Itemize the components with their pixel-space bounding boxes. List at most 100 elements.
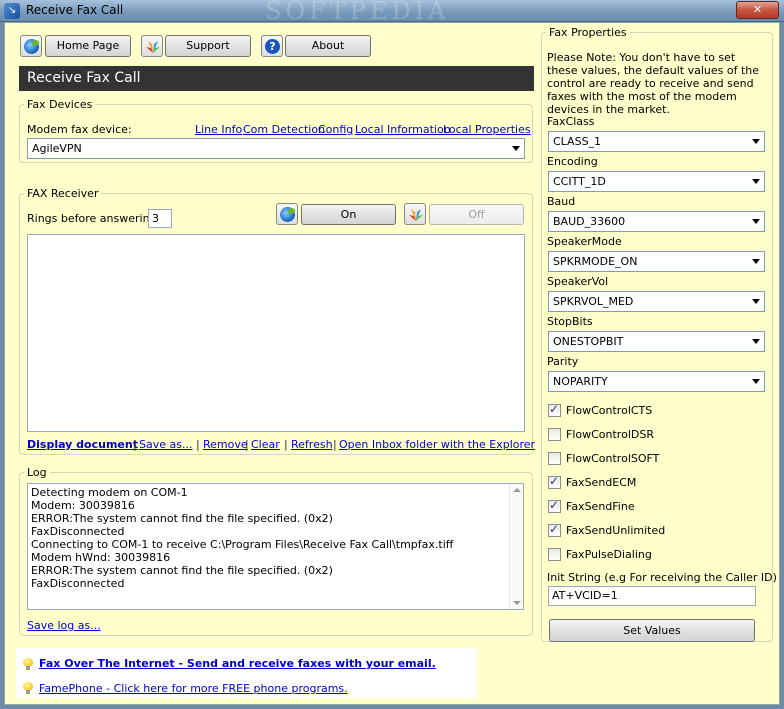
parity-select[interactable]: NOPARITY — [548, 371, 765, 392]
chevron-down-icon — [752, 379, 760, 384]
fax-receiver-legend: FAX Receiver — [27, 187, 99, 200]
modem-fax-device-label: Modem fax device: — [27, 123, 132, 136]
fax-over-internet-link[interactable]: Fax Over The Internet - Send and receive… — [39, 657, 436, 670]
set-values-button[interactable]: Set Values — [549, 619, 755, 642]
remove-link[interactable]: Remove — [203, 438, 248, 451]
encoding-label: Encoding — [547, 155, 598, 168]
support-icon-button[interactable] — [141, 35, 163, 57]
log-line: ERROR:The system cannot find the file sp… — [31, 564, 333, 577]
on-icon-button[interactable] — [276, 203, 298, 225]
baud-select[interactable]: BAUD_33600 — [548, 211, 765, 232]
modem-device-select[interactable]: AgileVPN — [27, 138, 525, 159]
local-information-link[interactable]: Local Information — [355, 123, 451, 136]
speakermode-value: SPKRMODE_ON — [553, 255, 638, 268]
off-icon-button[interactable] — [404, 203, 426, 225]
off-button[interactable]: Off — [429, 204, 524, 225]
close-button[interactable]: ✕ — [736, 1, 779, 19]
encoding-value: CCITT_1D — [553, 175, 606, 188]
faxclass-value: CLASS_1 — [553, 135, 602, 148]
famephone-link[interactable]: FamePhone - Click here for more FREE pho… — [39, 682, 348, 695]
line-info-link[interactable]: Line Info — [195, 123, 242, 136]
save-as-link[interactable]: Save as... — [139, 438, 192, 451]
com-detection-link[interactable]: Com Detection — [243, 123, 325, 136]
checkbox-box[interactable]: ✓ — [548, 474, 561, 489]
speakermode-select[interactable]: SPKRMODE_ON — [548, 251, 765, 272]
log-scrollbar[interactable] — [509, 484, 523, 609]
checkbox-box[interactable] — [548, 452, 561, 465]
home-icon-button[interactable] — [20, 35, 42, 57]
main-window: Home Page Support ? About Receive Fax Ca… — [4, 22, 780, 705]
rings-before-answering-label: Rings before answering: — [27, 212, 161, 225]
save-log-as-link[interactable]: Save log as... — [27, 619, 101, 632]
checkbox-box[interactable] — [548, 548, 561, 561]
received-faxes-list[interactable] — [27, 234, 525, 432]
init-string-input[interactable]: AT+VCID=1 — [548, 586, 756, 606]
baud-value: BAUD_33600 — [553, 215, 626, 228]
config-link[interactable]: Config — [318, 123, 353, 136]
clear-link[interactable]: Clear — [251, 438, 280, 451]
chevron-down-icon — [752, 219, 760, 224]
local-properties-link[interactable]: Local Properties — [443, 123, 531, 136]
encoding-select[interactable]: CCITT_1D — [548, 171, 765, 192]
msn-butterfly-icon — [409, 209, 423, 221]
window-title: Receive Fax Call — [26, 3, 124, 17]
checkbox-label: FlowControlCTS — [566, 404, 653, 417]
log-line: Modem hWnd: 30039816 — [31, 551, 171, 564]
footer-panel: Fax Over The Internet - Send and receive… — [16, 648, 477, 698]
link-separator: | — [196, 438, 200, 451]
open-inbox-folder-link[interactable]: Open Inbox folder with the Explorer — [339, 438, 535, 451]
display-document-link[interactable]: Display document — [27, 438, 138, 451]
checkbox-label: FlowControlDSR — [566, 428, 654, 441]
stopbits-select[interactable]: ONESTOPBIT — [548, 331, 765, 352]
rings-input[interactable]: 3 — [148, 209, 172, 228]
chevron-down-icon — [752, 299, 760, 304]
modem-device-value: AgileVPN — [32, 142, 82, 155]
scroll-down-icon[interactable] — [513, 601, 521, 605]
faxclass-select[interactable]: CLASS_1 — [548, 131, 765, 152]
on-button[interactable]: On — [301, 204, 396, 225]
chevron-down-icon — [752, 339, 760, 344]
checkmark-icon: ✓ — [549, 522, 560, 536]
checkbox-box[interactable]: ✓ — [548, 498, 561, 513]
checkbox-box[interactable]: ✓ — [548, 402, 561, 417]
faxclass-label: FaxClass — [547, 115, 595, 128]
help-icon: ? — [265, 39, 280, 54]
checkmark-icon: ✓ — [549, 402, 560, 416]
speakervol-value: SPKRVOL_MED — [553, 295, 634, 308]
app-icon: ↘ — [4, 3, 20, 19]
checkmark-icon: ✓ — [549, 498, 560, 512]
link-separator: | — [133, 438, 137, 451]
msn-butterfly-icon — [146, 41, 160, 53]
about-button[interactable]: About — [285, 35, 371, 57]
chevron-down-icon — [752, 139, 760, 144]
home-page-button[interactable]: Home Page — [45, 35, 131, 57]
page-title: Receive Fax Call — [19, 66, 534, 91]
speakervol-label: SpeakerVol — [547, 275, 609, 288]
support-button[interactable]: Support — [165, 35, 251, 57]
log-line: Detecting modem on COM-1 — [31, 486, 188, 499]
checkmark-icon: ✓ — [549, 474, 560, 488]
checkbox-box[interactable] — [548, 428, 561, 441]
log-textarea[interactable]: Detecting modem on COM-1 Modem: 30039816… — [27, 483, 524, 610]
checkbox-label: FaxSendUnlimited — [566, 524, 666, 537]
init-string-label: Init String (e.g For receiving the Calle… — [547, 571, 777, 584]
link-separator: | — [284, 438, 288, 451]
parity-value: NOPARITY — [553, 375, 608, 388]
log-line: Connecting to COM-1 to receive C:\Progra… — [31, 538, 454, 551]
checkbox-box[interactable]: ✓ — [548, 522, 561, 537]
title-bar: ↘ Receive Fax Call SOFTPEDIA ✕ — [0, 0, 784, 25]
chevron-down-icon — [752, 259, 760, 264]
speakervol-select[interactable]: SPKRVOL_MED — [548, 291, 765, 312]
internet-explorer-icon — [280, 207, 295, 222]
link-separator: | — [333, 438, 337, 451]
about-icon-button[interactable]: ? — [261, 35, 283, 57]
log-line: ERROR:The system cannot find the file sp… — [31, 512, 333, 525]
log-line: FaxDisconnected — [31, 577, 125, 590]
scroll-up-icon[interactable] — [513, 488, 521, 492]
chevron-down-icon — [512, 146, 520, 151]
checkbox-label: FlowControlSOFT — [566, 452, 660, 465]
chevron-down-icon — [752, 179, 760, 184]
refresh-link[interactable]: Refresh — [291, 438, 333, 451]
parity-label: Parity — [547, 355, 579, 368]
fax-properties-legend: Fax Properties — [549, 26, 627, 39]
